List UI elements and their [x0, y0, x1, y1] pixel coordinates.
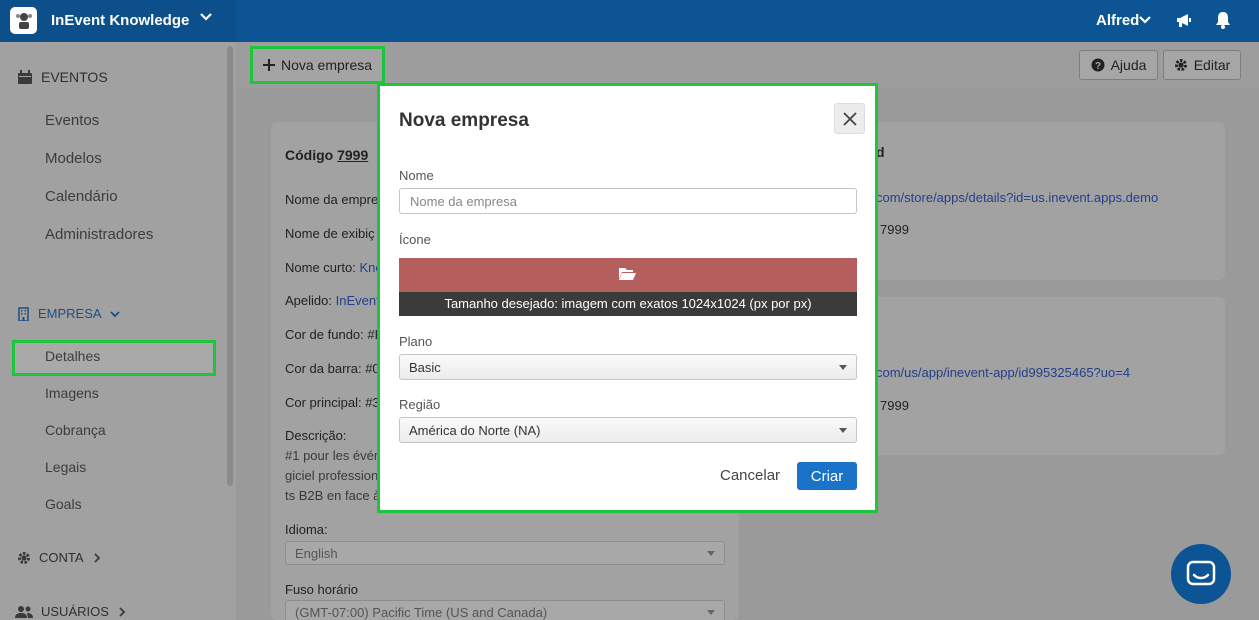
chevron-right-icon: [93, 552, 100, 563]
region-value: América do Norte (NA): [409, 423, 541, 438]
description-line: #1 pour les évén: [285, 448, 382, 463]
user-menu[interactable]: Alfred: [1096, 12, 1139, 29]
field-language-label: Idioma:: [285, 522, 328, 537]
sidebar-section-usuarios[interactable]: USUÁRIOS: [15, 604, 127, 619]
field-background-color: Cor de fundo: #F: [285, 327, 383, 342]
sidebar-section-label: CONTA: [39, 550, 84, 565]
create-button[interactable]: Criar: [797, 462, 857, 490]
plan-value: Basic: [409, 360, 441, 375]
caret-down-icon: [839, 428, 847, 433]
company-code-label: Código: [285, 147, 334, 163]
name-label: Nome: [399, 168, 434, 183]
caret-down-icon: [707, 610, 715, 615]
sidebar-item-cobranca[interactable]: Cobrança: [45, 422, 106, 438]
close-button[interactable]: [834, 103, 865, 134]
gear-icon: [1174, 59, 1187, 71]
region-select[interactable]: América do Norte (NA): [399, 417, 857, 443]
timezone-value: (GMT-07:00) Pacific Time (US and Canada): [295, 605, 548, 620]
sidebar-item-goals[interactable]: Goals: [45, 496, 82, 512]
svg-text:?: ?: [1095, 61, 1101, 72]
folder-open-icon: [618, 266, 637, 284]
brand-name: InEvent Knowledge: [51, 12, 190, 29]
help-label: Ajuda: [1110, 57, 1147, 73]
field-description-label: Descrição:: [285, 428, 347, 443]
company-name-input[interactable]: [399, 188, 857, 214]
android-store-link[interactable]: com/store/apps/details?id=us.inevent.app…: [876, 190, 1158, 205]
modal-title: Nova empresa: [399, 110, 529, 131]
chat-icon: [1186, 560, 1216, 586]
plan-select[interactable]: Basic: [399, 354, 857, 380]
calendar-icon: [18, 69, 32, 84]
company-code: Código 7999: [285, 147, 368, 163]
timezone-select[interactable]: (GMT-07:00) Pacific Time (US and Canada): [285, 600, 725, 620]
sidebar-item-calendario[interactable]: Calendário: [45, 188, 118, 205]
field-nickname: Apelido: InEvent: [285, 293, 380, 308]
sidebar-section-label: USUÁRIOS: [41, 604, 109, 619]
sidebar-section-empresa[interactable]: EMPRESA: [17, 306, 120, 321]
bell-icon[interactable]: [1215, 11, 1231, 32]
cancel-button[interactable]: Cancelar: [720, 467, 780, 484]
nickname-value: InEvent: [335, 293, 380, 308]
chat-launcher[interactable]: [1171, 544, 1231, 604]
close-icon: [842, 111, 857, 126]
brand-switcher[interactable]: InEvent Knowledge: [0, 0, 236, 42]
new-company-modal: Nova empresa Nome Ícone Tamanho desejado…: [377, 83, 878, 513]
edit-label: Editar: [1193, 57, 1231, 73]
sidebar-active-highlight: [12, 340, 216, 376]
description-line: giciel professionn: [285, 468, 386, 483]
chevron-down-icon[interactable]: [199, 10, 213, 27]
sidebar-item-modelos[interactable]: Modelos: [45, 150, 102, 167]
megaphone-icon[interactable]: [1175, 11, 1193, 32]
new-company-button[interactable]: Nova empresa: [250, 46, 385, 84]
caret-down-icon: [839, 365, 847, 370]
top-bar: InEvent Knowledge Alfred: [0, 0, 1259, 42]
plan-label: Plano: [399, 334, 433, 349]
field-timezone-label: Fuso horário: [285, 582, 358, 597]
edit-button[interactable]: Editar: [1163, 50, 1241, 80]
users-icon: [15, 605, 33, 618]
help-button[interactable]: ? Ajuda: [1079, 50, 1158, 80]
android-code: 7999: [880, 222, 909, 237]
question-icon: ?: [1091, 58, 1105, 72]
create-label: Criar: [810, 467, 844, 485]
sidebar-item-detalhes[interactable]: Detalhes: [45, 348, 100, 364]
nickname-label: Apelido:: [285, 293, 332, 308]
field-main-color: Cor principal: #3: [285, 395, 380, 410]
plus-icon: [262, 59, 275, 71]
new-company-label: Nova empresa: [280, 57, 373, 73]
language-select[interactable]: English: [285, 541, 725, 565]
sidebar-item-legais[interactable]: Legais: [45, 459, 86, 475]
chevron-down-icon[interactable]: [1138, 13, 1152, 30]
sidebar-item-eventos[interactable]: Eventos: [45, 112, 99, 129]
sidebar-item-administradores[interactable]: Administradores: [45, 226, 153, 243]
chevron-down-icon: [109, 310, 120, 317]
icon-upload-area[interactable]: Tamanho desejado: imagem com exatos 1024…: [399, 258, 857, 316]
sidebar: EVENTOS Eventos Modelos Calendário Admin…: [0, 42, 236, 620]
sidebar-section-label: EVENTOS: [41, 69, 108, 85]
gear-icon: [18, 551, 30, 564]
icon-label: Ícone: [399, 232, 431, 247]
field-short-name: Nome curto: Kno: [285, 260, 383, 275]
sidebar-section-conta[interactable]: CONTA: [17, 550, 102, 565]
field-display-name: Nome de exibiç: [285, 226, 375, 241]
building-icon: [18, 306, 29, 321]
sidebar-item-imagens[interactable]: Imagens: [45, 385, 99, 401]
field-bar-color: Cor da barra: #0: [285, 361, 380, 376]
sidebar-scrollbar[interactable]: [227, 46, 233, 486]
sidebar-section-label: EMPRESA: [38, 306, 102, 321]
field-company-name: Nome da empres: [285, 192, 385, 207]
short-name-label: Nome curto:: [285, 260, 356, 275]
region-label: Região: [399, 397, 441, 412]
icon-size-caption: Tamanho desejado: imagem com exatos 1024…: [399, 292, 857, 316]
caret-down-icon: [707, 551, 715, 556]
brand-logo-icon: [10, 7, 37, 34]
description-line: ts B2B en face à: [285, 488, 381, 503]
ios-code: 7999: [880, 398, 909, 413]
company-code-value[interactable]: 7999: [337, 147, 368, 163]
sidebar-section-eventos[interactable]: EVENTOS: [17, 69, 108, 85]
chevron-right-icon: [119, 606, 126, 617]
ios-store-link[interactable]: com/us/app/inevent-app/id995325465?uo=4: [876, 365, 1130, 380]
language-value: English: [295, 546, 338, 561]
